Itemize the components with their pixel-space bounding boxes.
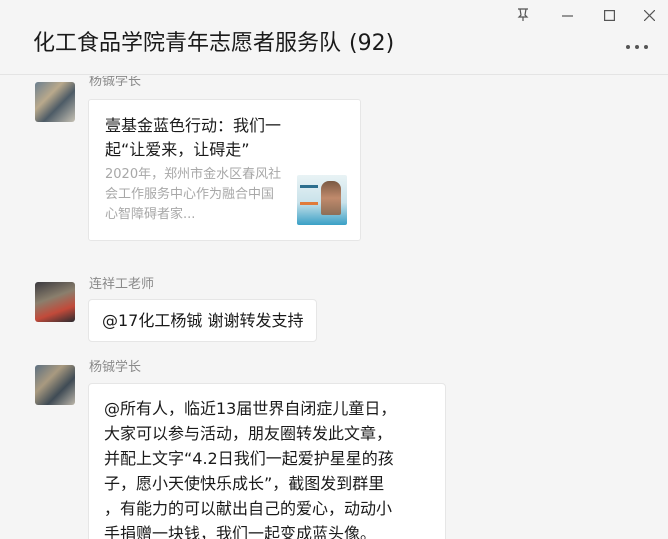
message-list[interactable]: 杨铖学长 壹基金蓝色行动：我们一起“让爱来，让碍走” 2020年，郑州市金水区春… <box>0 76 668 539</box>
pin-icon[interactable] <box>511 4 535 26</box>
card-thumbnail <box>297 175 347 225</box>
chat-title: 化工食品学院青年志愿者服务队 (92) <box>33 29 394 59</box>
minimize-icon[interactable] <box>555 4 579 26</box>
maximize-icon[interactable] <box>597 4 621 26</box>
avatar[interactable] <box>35 82 75 122</box>
sender-name: 杨铖学长 <box>89 360 142 375</box>
message-line: @所有人，临近13届世界自闭症儿童日， <box>104 399 397 418</box>
link-card[interactable]: 壹基金蓝色行动：我们一起“让爱来，让碍走” 2020年，郑州市金水区春风社会工作… <box>88 99 361 241</box>
message-bubble[interactable]: @17化工杨铖 谢谢转发支持 <box>88 299 318 342</box>
message-line: ，有能力的可以献出自己的爱心，动动小 <box>104 499 393 518</box>
chat-header: 化工食品学院青年志愿者服务队 (92) <box>0 0 668 75</box>
avatar[interactable] <box>35 365 75 405</box>
more-icon[interactable] <box>626 42 652 52</box>
message-line: 手捐赠一块钱，我们一起变成蓝头像。 <box>104 524 377 539</box>
avatar[interactable] <box>35 282 75 322</box>
message-bubble[interactable]: @所有人，临近13届世界自闭症儿童日， 大家可以参与活动，朋友圈转发此文章， 并… <box>88 383 446 539</box>
close-icon[interactable] <box>637 4 661 26</box>
card-title: 壹基金蓝色行动：我们一起“让爱来，让碍走” <box>105 116 282 159</box>
sender-name: 杨铖学长 <box>89 76 142 89</box>
card-description: 2020年，郑州市金水区春风社会工作服务中心作为融合中国心智障碍者家... <box>105 167 282 222</box>
message-line: 子，愿小天使快乐成长”，截图发到群里 <box>104 474 385 493</box>
message-line: 并配上文字“4.2日我们一起爱护星星的孩 <box>104 449 394 468</box>
member-count: (92) <box>349 31 395 56</box>
sender-name: 连祥工老师 <box>89 277 155 292</box>
message-line: 大家可以参与活动，朋友圈转发此文章， <box>104 424 393 443</box>
group-name: 化工食品学院青年志愿者服务队 <box>33 31 342 56</box>
